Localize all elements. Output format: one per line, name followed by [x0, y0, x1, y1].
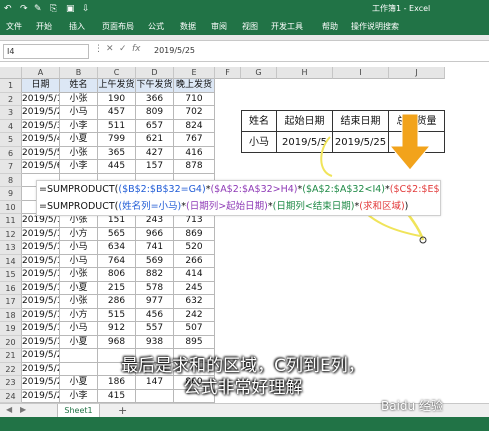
formula-segment: ($A$2:$A$32>H4) [210, 184, 298, 195]
watermark: Baidu 经验 [381, 399, 443, 413]
formula-segment: (日期列<结束日期) [272, 201, 355, 212]
down-arrow-icon [388, 113, 432, 171]
formula-segment: =SUMPRODUCT( [39, 184, 119, 195]
formula-line-cell-references: =SUMPRODUCT(($B$2:$B$32=G4)*($A$2:$A$32>… [39, 181, 440, 198]
caption-line-2: 公式非常好理解 [183, 378, 303, 398]
scroll-right-icon[interactable]: ▶ [20, 405, 26, 414]
formula-segment: ($C$2:$E$32) [389, 184, 440, 195]
formula-explanation-box: =SUMPRODUCT(($B$2:$B$32=G4)*($A$2:$A$32>… [36, 180, 441, 216]
formula-line-plain-language: =SUMPRODUCT((姓名列=小马)*(日期列>起始日期)*(日期列<结束日… [39, 198, 440, 215]
sheet-tab-sheet1[interactable]: Sheet1 [57, 404, 100, 418]
formula-segment: ($A$2:$A$32<I4) [302, 184, 385, 195]
add-sheet-button[interactable]: + [118, 404, 127, 417]
highlight-curve-left [320, 136, 333, 177]
formula-segment: (求和区域) [359, 201, 405, 212]
formula-segment: (日期列>起始日期) [185, 201, 268, 212]
scroll-left-icon[interactable]: ◀ [6, 405, 12, 414]
formula-segment: =SUMPRODUCT( [39, 201, 119, 212]
formula-segment: ) [404, 201, 409, 212]
formula-segment: (姓名列=小马) [118, 201, 182, 212]
formula-segment: ($B$2:$B$32=G4) [118, 184, 206, 195]
status-bar [0, 417, 489, 431]
